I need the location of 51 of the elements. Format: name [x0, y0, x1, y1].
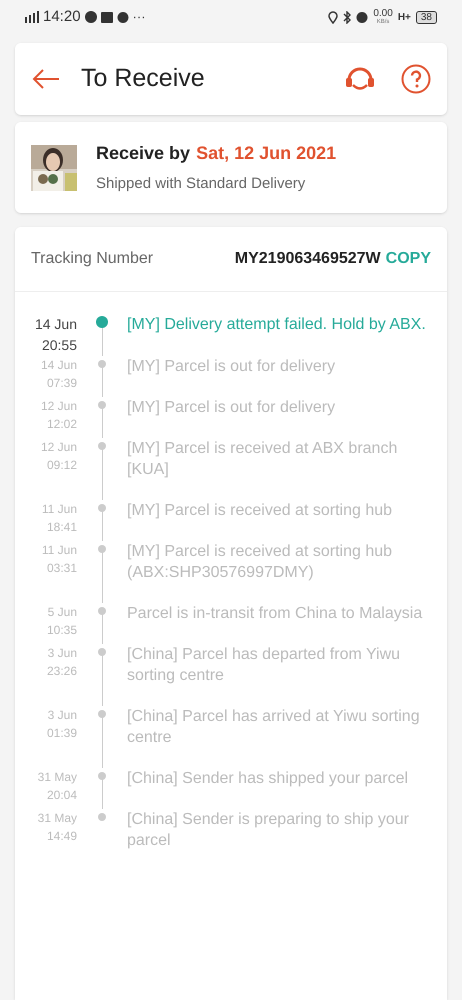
event-description: [MY] Parcel is received at sorting hub (ABX:SHP30576997DMY): [127, 542, 394, 583]
event-time: 12:02: [46, 416, 77, 433]
receive-by-date: Sat, 12 Jun 2021: [196, 142, 336, 165]
event-description: [China] Sender is preparing to ship your parcel: [127, 810, 410, 851]
tracking-label: Tracking Number: [31, 249, 154, 269]
event-date: 31 May: [38, 769, 77, 786]
location-icon: [328, 10, 338, 24]
event-date: 12 Jun: [40, 398, 77, 415]
tracking-number: MY219063469527W: [234, 249, 381, 269]
network-speed: 0.00: [373, 9, 393, 19]
bluetooth-icon: [343, 10, 352, 24]
event-time: 01:39: [46, 725, 77, 742]
event-time: 03:31: [46, 560, 77, 577]
event-description: [China] Sender has shipped your parcel: [127, 769, 410, 789]
event-date: 14 Jun: [34, 315, 77, 334]
event-time: 09:12: [46, 457, 77, 474]
event-time: 23:26: [46, 663, 77, 680]
page-title: To Receive: [81, 63, 206, 94]
event-description: [MY] Parcel is out for delivery: [127, 398, 336, 418]
receive-by-label: Receive by: [96, 142, 190, 165]
status-circle-icon: [84, 11, 97, 23]
event-date: 5 Jun: [48, 604, 77, 621]
copy-button[interactable]: COPY: [386, 247, 431, 271]
event-time: 07:39: [46, 375, 77, 392]
event-description: [MY] Parcel is received at ABX branch [KUA]: [127, 439, 398, 480]
event-date: 12 Jun: [40, 439, 77, 456]
event-description: [China] Parcel has departed from Yiwu sorting centre: [127, 645, 402, 686]
shipping-method: Shipped with Standard Delivery: [96, 174, 306, 194]
event-description: [MY] Delivery attempt failed. Hold by ABX.: [127, 315, 427, 335]
more-notifications: ···: [132, 8, 146, 26]
clock-time: 14:20: [43, 6, 81, 27]
event-description: Parcel is in-transit from China to Malaysia: [127, 604, 424, 624]
event-time: 20:55: [42, 336, 77, 355]
network-type: H+: [398, 10, 411, 24]
battery-icon: 38: [416, 10, 437, 24]
back-icon[interactable]: [31, 68, 61, 90]
event-description: [MY] Parcel is out for delivery: [127, 357, 336, 377]
event-date: 31 May: [38, 810, 77, 827]
event-description: [China] Parcel has arrived at Yiwu sorting centre: [127, 707, 421, 748]
signal-icon: [25, 11, 39, 23]
event-time: 14:49: [46, 828, 77, 845]
event-date: 11 Jun: [42, 542, 77, 559]
event-date: 3 Jun: [48, 645, 77, 662]
help-icon[interactable]: [401, 64, 431, 94]
event-date: 11 Jun: [42, 501, 77, 518]
event-time: 18:41: [46, 519, 77, 536]
event-date: 3 Jun: [48, 707, 77, 724]
event-time: 20:04: [46, 787, 77, 804]
event-description: [MY] Parcel is received at sorting hub: [127, 501, 394, 521]
event-time: 10:35: [46, 622, 77, 639]
event-date: 14 Jun: [40, 357, 77, 374]
